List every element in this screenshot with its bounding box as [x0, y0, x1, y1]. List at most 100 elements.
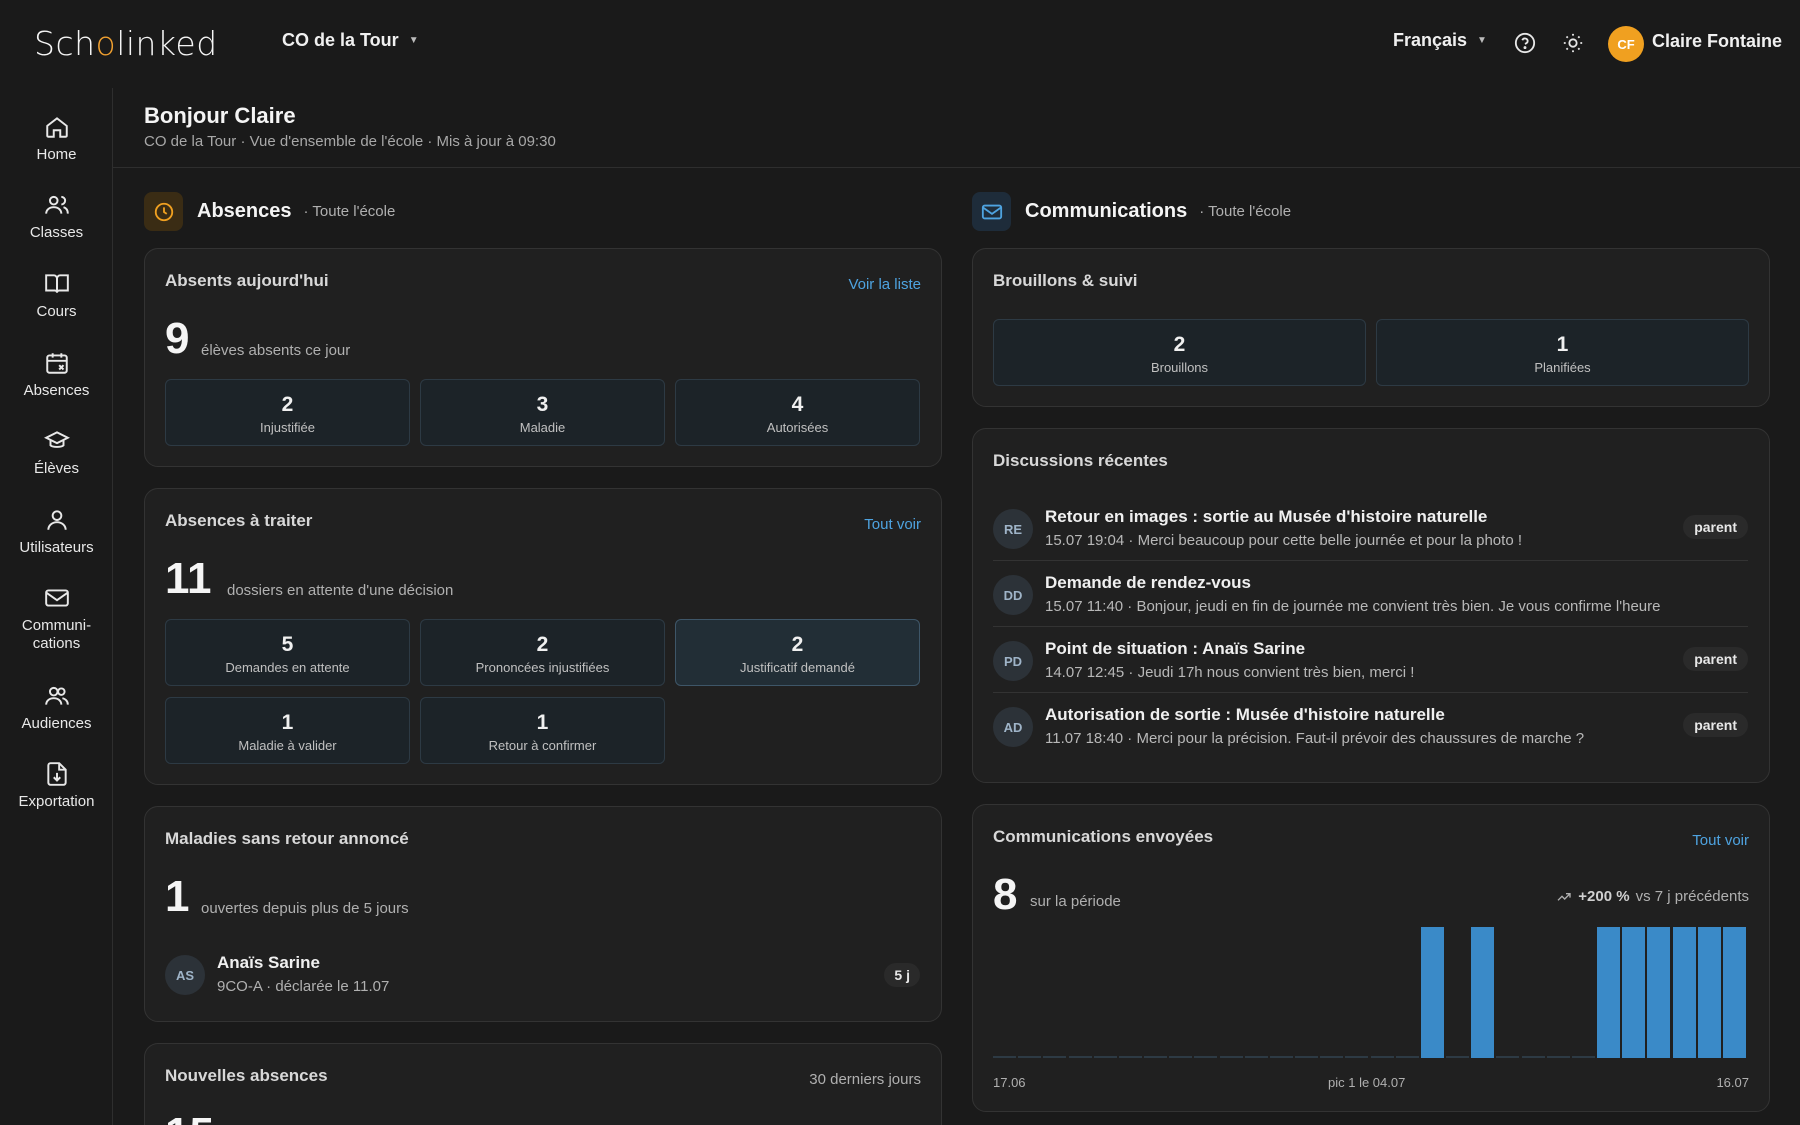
discussion-snippet: 15.07 19:04 · Merci beaucoup pour cette …	[1045, 532, 1522, 549]
chart-bar-02.07	[1370, 1056, 1394, 1058]
language-label: Français	[1393, 30, 1468, 50]
section-title: Communications	[1025, 200, 1188, 222]
chart-bar-13.07	[1647, 927, 1671, 1058]
school-name: CO de la Tour	[282, 30, 399, 50]
discussion-title: Demande de rendez-vous	[1045, 573, 1251, 592]
sidebar-item-communications[interactable]: Communi- cations	[0, 585, 113, 653]
avatar: RE	[993, 509, 1033, 549]
new-count: 15	[165, 1109, 214, 1125]
communications-section-header: Communications · Toute l'école	[972, 192, 1291, 231]
card-title: Absences à traiter	[165, 511, 313, 530]
sun-icon[interactable]	[1558, 28, 1588, 58]
chart-bar-30.06	[1320, 1056, 1344, 1058]
sidebar-item-utilisateurs[interactable]: Utilisateurs	[0, 507, 113, 557]
mail-icon	[44, 589, 69, 607]
user-name[interactable]: Claire Fontaine	[1652, 31, 1782, 52]
chart-bar-08.07	[1521, 1056, 1545, 1058]
x-axis-end: 16.07	[1716, 1075, 1749, 1090]
x-axis-peak: pic 1 le 04.07	[1328, 1075, 1406, 1090]
sidebar: Home Classes Cours Absences Élèves Utili…	[0, 88, 113, 1125]
x-axis-start: 17.06	[993, 1075, 1026, 1090]
discussion-snippet: 11.07 18:40 · Merci pour la précision. F…	[1045, 730, 1585, 747]
chart-bar-12.07	[1622, 927, 1646, 1058]
chart-bar-22.06	[1118, 1056, 1142, 1058]
stat-prononcees-injustifiees[interactable]: 2 Prononcées injustifiées	[420, 619, 665, 686]
stat-justificatif-demande[interactable]: 2 Justificatif demandé	[675, 619, 920, 686]
sent-bar-chart	[993, 927, 1748, 1058]
chart-bar-05.07	[1446, 1056, 1470, 1058]
chart-bar-17.06	[993, 1056, 1017, 1058]
stat-maladie[interactable]: 3 Maladie	[420, 379, 665, 446]
chart-bar-01.07	[1345, 1056, 1369, 1058]
stat-maladie-a-valider[interactable]: 1 Maladie à valider	[165, 697, 410, 764]
people-icon	[44, 686, 69, 705]
chart-bar-28.06	[1269, 1056, 1293, 1058]
sent-count: 8	[993, 870, 1018, 919]
graduation-cap-icon	[43, 431, 70, 448]
view-list-link[interactable]: Voir la liste	[848, 276, 921, 293]
list-item[interactable]: AD Autorisation de sortie : Musée d'hist…	[993, 693, 1748, 759]
stat-injustifiee[interactable]: 2 Injustifiée	[165, 379, 410, 446]
language-selector[interactable]: Français ▼	[1393, 30, 1487, 51]
card-title: Communications envoyées	[993, 827, 1214, 846]
avatar: AD	[993, 707, 1033, 747]
chart-bar-23.06	[1144, 1056, 1168, 1058]
app-logo[interactable]: Scholinked	[34, 24, 218, 63]
pending-count: 11	[165, 554, 212, 603]
page-header: Bonjour Claire CO de la Tour · Vue d'ens…	[113, 88, 1800, 168]
sick-no-return-card: Maladies sans retour annoncé 1 ouvertes …	[144, 806, 942, 1022]
see-all-link[interactable]: Tout voir	[864, 516, 921, 533]
avatar: PD	[993, 641, 1033, 681]
absents-today-card: Absents aujourd'hui Voir la liste 9 élèv…	[144, 248, 942, 467]
list-item[interactable]: RE Retour en images : sortie au Musée d'…	[993, 495, 1748, 561]
chart-bar-20.06	[1068, 1056, 1092, 1058]
sick-caption: ouvertes depuis plus de 5 jours	[201, 900, 409, 917]
sidebar-item-absences[interactable]: Absences	[0, 350, 113, 400]
stat-retour-a-confirmer[interactable]: 1 Retour à confirmer	[420, 697, 665, 764]
period-label: 30 derniers jours	[809, 1071, 921, 1088]
absent-caption: élèves absents ce jour	[201, 342, 351, 359]
pending-absences-card: Absences à traiter Tout voir 11 dossiers…	[144, 488, 942, 785]
sidebar-item-audiences[interactable]: Audiences	[0, 683, 113, 733]
stat-brouillons[interactable]: 2 Brouillons	[993, 319, 1366, 386]
discussion-title: Point de situation : Anaïs Sarine	[1045, 639, 1306, 658]
chevron-down-icon: ▼	[408, 35, 419, 46]
student-detail: 9CO-A · déclarée le 11.07	[217, 978, 390, 995]
stat-planifiees[interactable]: 1 Planifiées	[1376, 319, 1749, 386]
student-row[interactable]: AS Anaïs Sarine 9CO-A · déclarée le 11.0…	[165, 949, 920, 999]
trending-up-icon	[1557, 892, 1571, 901]
user-avatar[interactable]: CF	[1608, 26, 1644, 62]
chart-bar-26.06	[1219, 1056, 1243, 1058]
avatar: DD	[993, 575, 1033, 615]
sidebar-item-cours[interactable]: Cours	[0, 271, 113, 321]
sidebar-item-exportation[interactable]: Exportation	[0, 761, 113, 811]
stat-demandes-en-attente[interactable]: 5 Demandes en attente	[165, 619, 410, 686]
calendar-x-icon	[45, 353, 68, 374]
recent-discussions-card: Discussions récentes RE Retour en images…	[972, 428, 1770, 783]
list-item[interactable]: PD Point de situation : Anaïs Sarine 14.…	[993, 627, 1748, 693]
page-title: Bonjour Claire	[144, 103, 296, 128]
card-title: Discussions récentes	[993, 451, 1168, 470]
chart-bar-15.07	[1697, 927, 1721, 1058]
discussion-snippet: 15.07 11:40 · Bonjour, jeudi en fin de j…	[1045, 598, 1661, 615]
sidebar-item-classes[interactable]: Classes	[0, 192, 113, 242]
chart-bar-16.07	[1722, 927, 1746, 1058]
pending-caption: dossiers en attente d'une décision	[227, 582, 454, 599]
chevron-down-icon: ▼	[1477, 35, 1487, 46]
sidebar-item-home[interactable]: Home	[0, 114, 113, 164]
chart-bar-24.06	[1169, 1056, 1193, 1058]
chart-bar-10.07	[1571, 1056, 1595, 1058]
sidebar-item-eleves[interactable]: Élèves	[0, 428, 113, 478]
chart-bar-06.07	[1471, 927, 1495, 1058]
users-icon	[44, 195, 69, 214]
list-item[interactable]: DD Demande de rendez-vous 15.07 11:40 · …	[993, 561, 1748, 627]
chart-bar-25.06	[1194, 1056, 1218, 1058]
stat-autorisees[interactable]: 4 Autorisées	[675, 379, 920, 446]
see-all-link[interactable]: Tout voir	[1692, 832, 1749, 849]
chart-bar-03.07	[1395, 1056, 1419, 1058]
help-icon[interactable]	[1510, 28, 1540, 58]
chart-bar-09.07	[1546, 1056, 1570, 1058]
chart-bar-19.06	[1043, 1056, 1067, 1058]
school-selector[interactable]: CO de la Tour ▼	[282, 30, 419, 51]
role-badge: parent	[1683, 647, 1748, 671]
